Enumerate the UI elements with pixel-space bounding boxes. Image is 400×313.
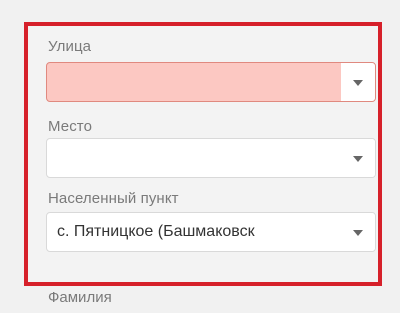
place-select[interactable] — [46, 138, 376, 178]
chevron-down-icon — [353, 80, 363, 86]
locality-dropdown-button[interactable] — [341, 213, 375, 251]
place-dropdown-button[interactable] — [341, 139, 375, 177]
street-label: Улица — [48, 38, 92, 55]
street-select[interactable] — [46, 62, 376, 102]
chevron-down-icon — [353, 156, 363, 162]
chevron-down-icon — [353, 230, 363, 236]
locality-select-value: с. Пятницкое (Башмаковск — [57, 223, 255, 240]
surname-label: Фамилия — [48, 289, 112, 306]
street-dropdown-button[interactable] — [341, 63, 375, 101]
locality-select[interactable]: с. Пятницкое (Башмаковск — [46, 212, 376, 252]
place-label: Место — [48, 118, 93, 135]
locality-label: Населенный пункт — [48, 190, 179, 207]
